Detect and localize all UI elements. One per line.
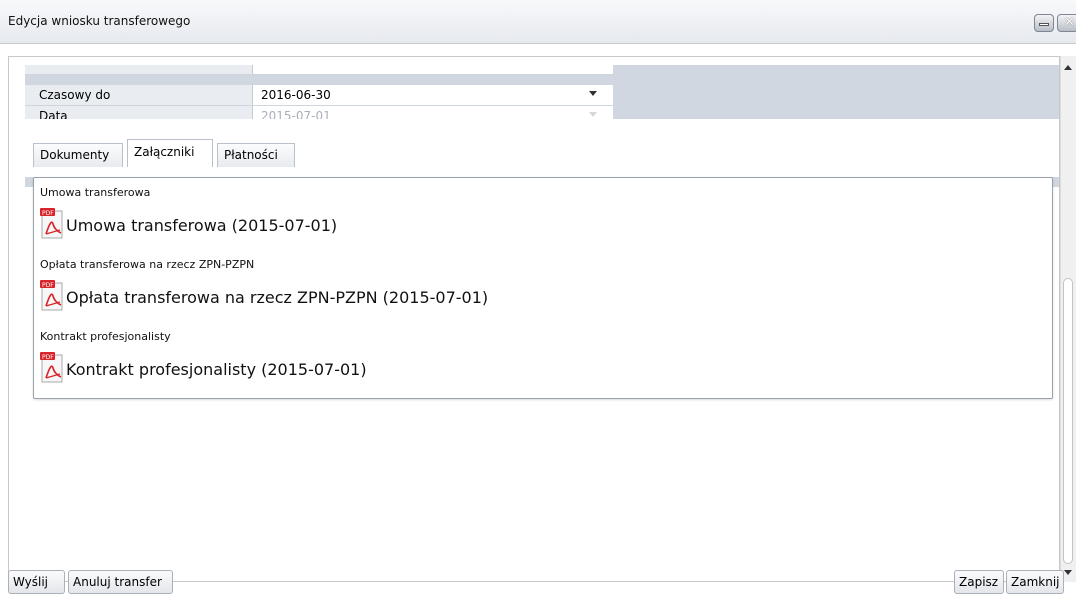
close-window-button[interactable]: ✕	[1057, 14, 1076, 32]
chevron-down-icon	[589, 112, 597, 117]
vertical-scrollbar[interactable]	[1060, 56, 1076, 582]
attachment-category: Opłata transferowa na rzecz ZPN-PZPN	[40, 258, 255, 271]
tab-zalaczniki[interactable]: Załączniki	[127, 139, 213, 167]
minimize-button[interactable]	[1034, 14, 1054, 32]
window-titlebar: Edycja wniosku transferowego ✕	[0, 0, 1076, 44]
pdf-icon: PDF	[40, 208, 63, 239]
close-icon: ✕	[1064, 15, 1075, 30]
form-row-partial	[25, 65, 613, 75]
cancel-transfer-button[interactable]: Anuluj transfer	[68, 570, 173, 594]
save-button[interactable]: Zapisz	[954, 570, 1004, 594]
form-label-czasowy-do: Czasowy do	[25, 85, 253, 105]
window-title: Edycja wniosku transferowego	[8, 14, 191, 28]
form-label-partial	[25, 65, 253, 74]
pdf-icon: PDF	[40, 280, 63, 311]
send-button[interactable]: Wyślij	[8, 570, 65, 594]
svg-text:PDF: PDF	[42, 282, 54, 289]
svg-text:PDF: PDF	[42, 210, 54, 217]
scroll-down-icon[interactable]	[1064, 570, 1072, 575]
chevron-down-icon[interactable]	[589, 91, 597, 96]
close-button[interactable]: Zamknij	[1006, 570, 1064, 594]
scroll-up-icon[interactable]	[1064, 65, 1072, 70]
attachment-file-link[interactable]: Umowa transferowa (2015-07-01)	[66, 216, 337, 235]
attachment-file-link[interactable]: Opłata transferowa na rzecz ZPN-PZPN (20…	[66, 288, 488, 307]
dialog-content: Czasowy do 2016-06-30 Data 2015-07-01 Do…	[8, 56, 1060, 582]
attachment-category: Kontrakt profesjonalisty	[40, 330, 171, 343]
attachment-file-link[interactable]: Kontrakt profesjonalisty (2015-07-01)	[66, 360, 367, 379]
tab-platnosci[interactable]: Płatności	[217, 143, 295, 167]
tab-dokumenty[interactable]: Dokumenty	[33, 143, 123, 167]
tabs-strip: Dokumenty Załączniki Płatności	[25, 119, 1059, 177]
czasowy-do-select[interactable]: 2016-06-30	[261, 85, 585, 105]
attachments-panel: Umowa transferowa PDF Umowa transferowa …	[33, 177, 1053, 399]
scrollbar-thumb[interactable]	[1063, 278, 1073, 564]
pdf-icon: PDF	[40, 352, 63, 383]
svg-text:PDF: PDF	[42, 354, 54, 361]
form-row-czasowy-do: Czasowy do 2016-06-30	[25, 85, 613, 106]
attachment-category: Umowa transferowa	[40, 186, 151, 199]
